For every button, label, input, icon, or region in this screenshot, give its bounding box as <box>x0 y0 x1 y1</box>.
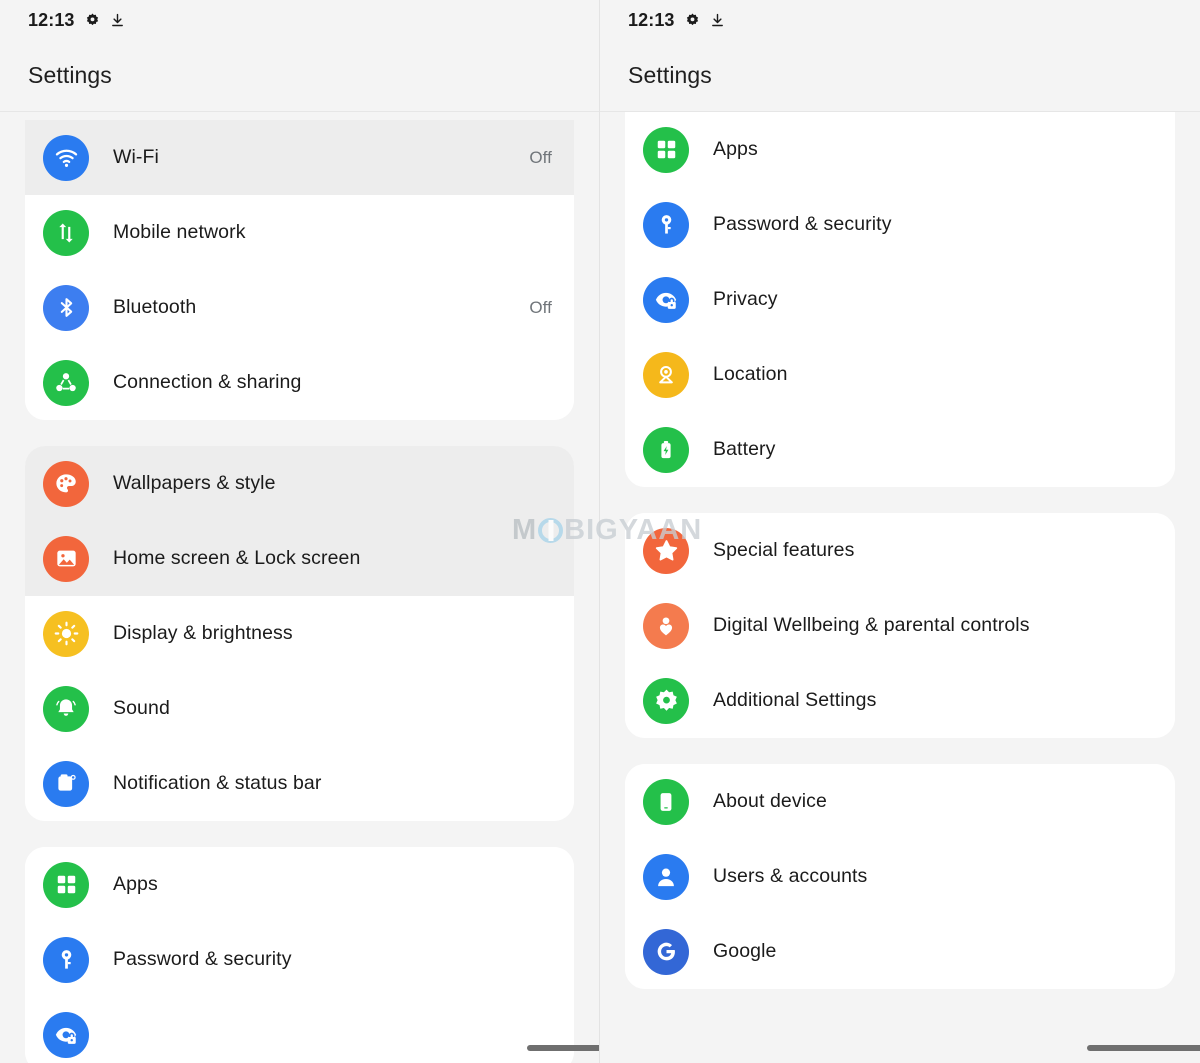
status-bar-left: 12:13 <box>0 0 599 40</box>
settings-row-label: Location <box>713 363 788 385</box>
status-bar-clock: 12:13 <box>628 9 675 30</box>
settings-row[interactable]: Special features <box>625 513 1175 588</box>
settings-row-label: Password & security <box>713 213 892 235</box>
settings-row-label: Special features <box>713 539 855 561</box>
settings-row-label: Digital Wellbeing & parental controls <box>713 614 1030 636</box>
palette-icon <box>43 460 89 507</box>
page-title-bar-left: Settings <box>0 40 599 112</box>
settings-row[interactable]: Wi-Fi Off <box>25 120 574 195</box>
bell-icon <box>43 685 89 732</box>
settings-row[interactable]: Bluetooth Off <box>25 270 574 345</box>
settings-row[interactable]: Password & security <box>25 922 574 997</box>
settings-row[interactable]: Home screen & Lock screen <box>25 521 574 596</box>
status-bar-clock: 12:13 <box>28 9 75 30</box>
left-settings-screen: 12:13 Settings Wi-Fi Off Mobile network Blu… <box>0 0 600 1063</box>
settings-row-label: Home screen & Lock screen <box>113 547 361 569</box>
settings-row-label: Wi-Fi <box>113 146 159 168</box>
right-settings-screen: 12:13 Settings Apps Password & security Pr… <box>600 0 1200 1063</box>
download-icon <box>710 12 725 29</box>
settings-row[interactable]: Wallpapers & style <box>25 446 574 521</box>
page-title: Settings <box>628 62 712 88</box>
settings-row[interactable]: Google <box>625 914 1175 989</box>
brightness-icon <box>43 610 89 657</box>
key-icon <box>643 201 689 248</box>
settings-row[interactable]: Password & security <box>625 187 1175 262</box>
image-icon <box>43 535 89 582</box>
wifi-icon <box>43 134 89 181</box>
home-indicator-right[interactable] <box>1087 1045 1200 1051</box>
settings-row[interactable]: Battery <box>625 412 1175 487</box>
settings-row[interactable]: Additional Settings <box>625 663 1175 738</box>
apps-grid-icon <box>43 861 89 908</box>
gear-settings-icon <box>643 677 689 724</box>
settings-row-label: Display & brightness <box>113 622 293 644</box>
settings-list-left[interactable]: Wi-Fi Off Mobile network Bluetooth Off Connec… <box>0 112 599 1063</box>
star-icon <box>643 527 689 574</box>
download-icon <box>110 12 125 29</box>
gear-icon <box>684 12 701 29</box>
settings-row-label: Mobile network <box>113 221 246 243</box>
connection-sharing-icon <box>43 359 89 406</box>
page-title-bar-right: Settings <box>600 40 1200 112</box>
settings-list-right[interactable]: Apps Password & security Privacy Location Ba… <box>600 112 1200 1063</box>
phone-icon <box>643 778 689 825</box>
settings-row-label: About device <box>713 790 827 812</box>
settings-row-label: Notification & status bar <box>113 772 322 794</box>
settings-row[interactable]: Privacy <box>625 262 1175 337</box>
settings-row-value: Off <box>529 147 552 167</box>
settings-row-label: Bluetooth <box>113 296 197 318</box>
settings-row-label: Users & accounts <box>713 865 868 887</box>
settings-row-label: Wallpapers & style <box>113 472 276 494</box>
location-icon <box>643 351 689 398</box>
key-icon <box>43 936 89 983</box>
google-icon <box>643 928 689 975</box>
settings-group-account: About device Users & accounts Google <box>625 764 1175 989</box>
home-indicator-left[interactable] <box>527 1045 599 1051</box>
settings-row[interactable]: Mobile network <box>25 195 574 270</box>
battery-icon <box>643 426 689 473</box>
mobile-network-icon <box>43 209 89 256</box>
settings-row-value: Off <box>529 297 552 317</box>
bluetooth-icon <box>43 284 89 331</box>
settings-group-features: Special features Digital Wellbeing & pare… <box>625 513 1175 738</box>
settings-row-label: Password & security <box>113 948 292 970</box>
privacy-icon <box>643 276 689 323</box>
page-title: Settings <box>28 62 112 88</box>
gear-icon <box>84 12 101 29</box>
dual-screenshot-composite: 12:13 Settings Wi-Fi Off Mobile network Blu… <box>0 0 1200 1063</box>
settings-row[interactable]: Notification & status bar <box>25 746 574 821</box>
settings-group-connectivity: Wi-Fi Off Mobile network Bluetooth Off Connec… <box>25 120 574 420</box>
settings-group-personalization: Wallpapers & style Home screen & Lock scr… <box>25 446 574 821</box>
settings-row-label: Sound <box>113 697 170 719</box>
settings-row-label: Apps <box>113 873 158 895</box>
settings-group-system: Apps Password & security Privacy Location Ba… <box>625 112 1175 487</box>
settings-row[interactable]: About device <box>625 764 1175 839</box>
settings-row-label: Privacy <box>713 288 778 310</box>
settings-row[interactable]: Display & brightness <box>25 596 574 671</box>
settings-row-label: Google <box>713 940 777 962</box>
settings-row-label: Apps <box>713 138 758 160</box>
settings-row-label: Battery <box>713 438 776 460</box>
settings-row[interactable]: Users & accounts <box>625 839 1175 914</box>
status-bar-right: 12:13 <box>600 0 1200 40</box>
settings-row[interactable]: Connection & sharing <box>25 345 574 420</box>
settings-row[interactable]: Location <box>625 337 1175 412</box>
person-icon <box>643 853 689 900</box>
settings-row[interactable]: Sound <box>25 671 574 746</box>
apps-grid-icon <box>643 126 689 173</box>
settings-row[interactable]: Apps <box>25 847 574 922</box>
settings-row[interactable]: Digital Wellbeing & parental controls <box>625 588 1175 663</box>
settings-row[interactable]: Apps <box>625 112 1175 187</box>
settings-group-system-partial: Apps Password & security <box>25 847 574 1063</box>
settings-row-label: Additional Settings <box>713 689 877 711</box>
settings-row[interactable] <box>25 997 574 1063</box>
settings-row-label: Connection & sharing <box>113 371 302 393</box>
privacy-icon <box>43 1011 89 1058</box>
notification-bar-icon <box>43 760 89 807</box>
wellbeing-icon <box>643 602 689 649</box>
